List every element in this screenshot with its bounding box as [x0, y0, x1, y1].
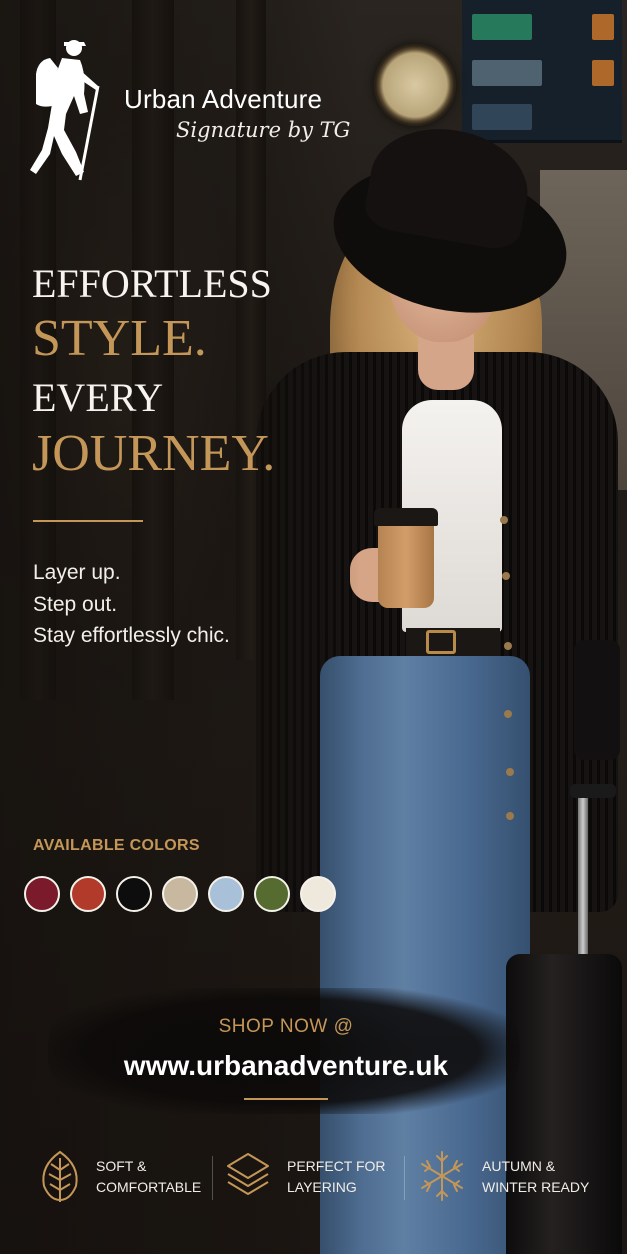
- layers-icon: [227, 1153, 269, 1195]
- brand-signature: Signature by TG: [176, 118, 351, 142]
- coffee-cup: [378, 516, 434, 608]
- coffee-cup-lid: [374, 508, 438, 526]
- color-swatch-olive[interactable]: [254, 876, 290, 912]
- cardigan-button: [506, 812, 514, 820]
- feature-soft: SOFT & COMFORTABLE: [96, 1156, 226, 1198]
- cardigan-button: [500, 516, 508, 524]
- cardigan-button: [506, 768, 514, 776]
- feature-layering-line-1: PERFECT FOR: [287, 1158, 386, 1174]
- feature-soft-line-2: COMFORTABLE: [96, 1179, 202, 1195]
- feature-divider: [404, 1156, 405, 1200]
- headline-line-4: JOURNEY.: [32, 425, 276, 482]
- suitcase-handle-grip: [570, 784, 616, 798]
- snowflake-icon: [421, 1151, 463, 1201]
- headline-line-3: EVERY: [32, 375, 164, 420]
- cardigan-button: [504, 642, 512, 650]
- color-swatch-rust[interactable]: [70, 876, 106, 912]
- url-underline: [244, 1098, 328, 1100]
- cardigan-button: [504, 710, 512, 718]
- hiker-icon: [30, 40, 100, 181]
- suitcase-handle: [578, 784, 588, 960]
- color-swatch-light-blue[interactable]: [208, 876, 244, 912]
- feature-layering: PERFECT FOR LAYERING: [287, 1156, 417, 1198]
- color-swatch-burgundy[interactable]: [24, 876, 60, 912]
- feature-soft-line-1: SOFT &: [96, 1158, 147, 1174]
- headline-line-1: EFFORTLESS: [32, 261, 272, 306]
- available-colors-label: AVAILABLE COLORS: [33, 837, 200, 854]
- feature-layering-line-2: LAYERING: [287, 1179, 357, 1195]
- brand-name: Urban Adventure: [124, 84, 323, 114]
- leaf-icon: [42, 1150, 78, 1202]
- tagline-line-1: Layer up.: [33, 561, 121, 584]
- color-swatch-cream[interactable]: [300, 876, 336, 912]
- headline-line-2: STYLE.: [32, 310, 207, 367]
- handbag: [574, 640, 620, 760]
- feature-season-line-1: AUTUMN &: [482, 1158, 556, 1174]
- shop-url-link[interactable]: www.urbanadventure.uk: [0, 1050, 572, 1082]
- station-clock: [374, 44, 456, 126]
- feature-season-line-2: WINTER READY: [482, 1179, 590, 1195]
- feature-divider: [212, 1156, 213, 1200]
- tagline-line-3: Stay effortlessly chic.: [33, 624, 230, 647]
- cardigan-button: [502, 572, 510, 580]
- feature-season: AUTUMN & WINTER READY: [482, 1156, 612, 1198]
- tagline-line-2: Step out.: [33, 593, 118, 616]
- shop-now-label: SHOP NOW @: [218, 1016, 354, 1037]
- departure-board: [462, 0, 622, 143]
- color-swatch-beige[interactable]: [162, 876, 198, 912]
- headline-divider: [33, 520, 143, 522]
- poster: Urban Adventure Signature by TG EFFORTLE…: [0, 0, 627, 1254]
- suitcase: [506, 954, 622, 1254]
- belt-buckle: [426, 630, 456, 654]
- color-swatch-black[interactable]: [116, 876, 152, 912]
